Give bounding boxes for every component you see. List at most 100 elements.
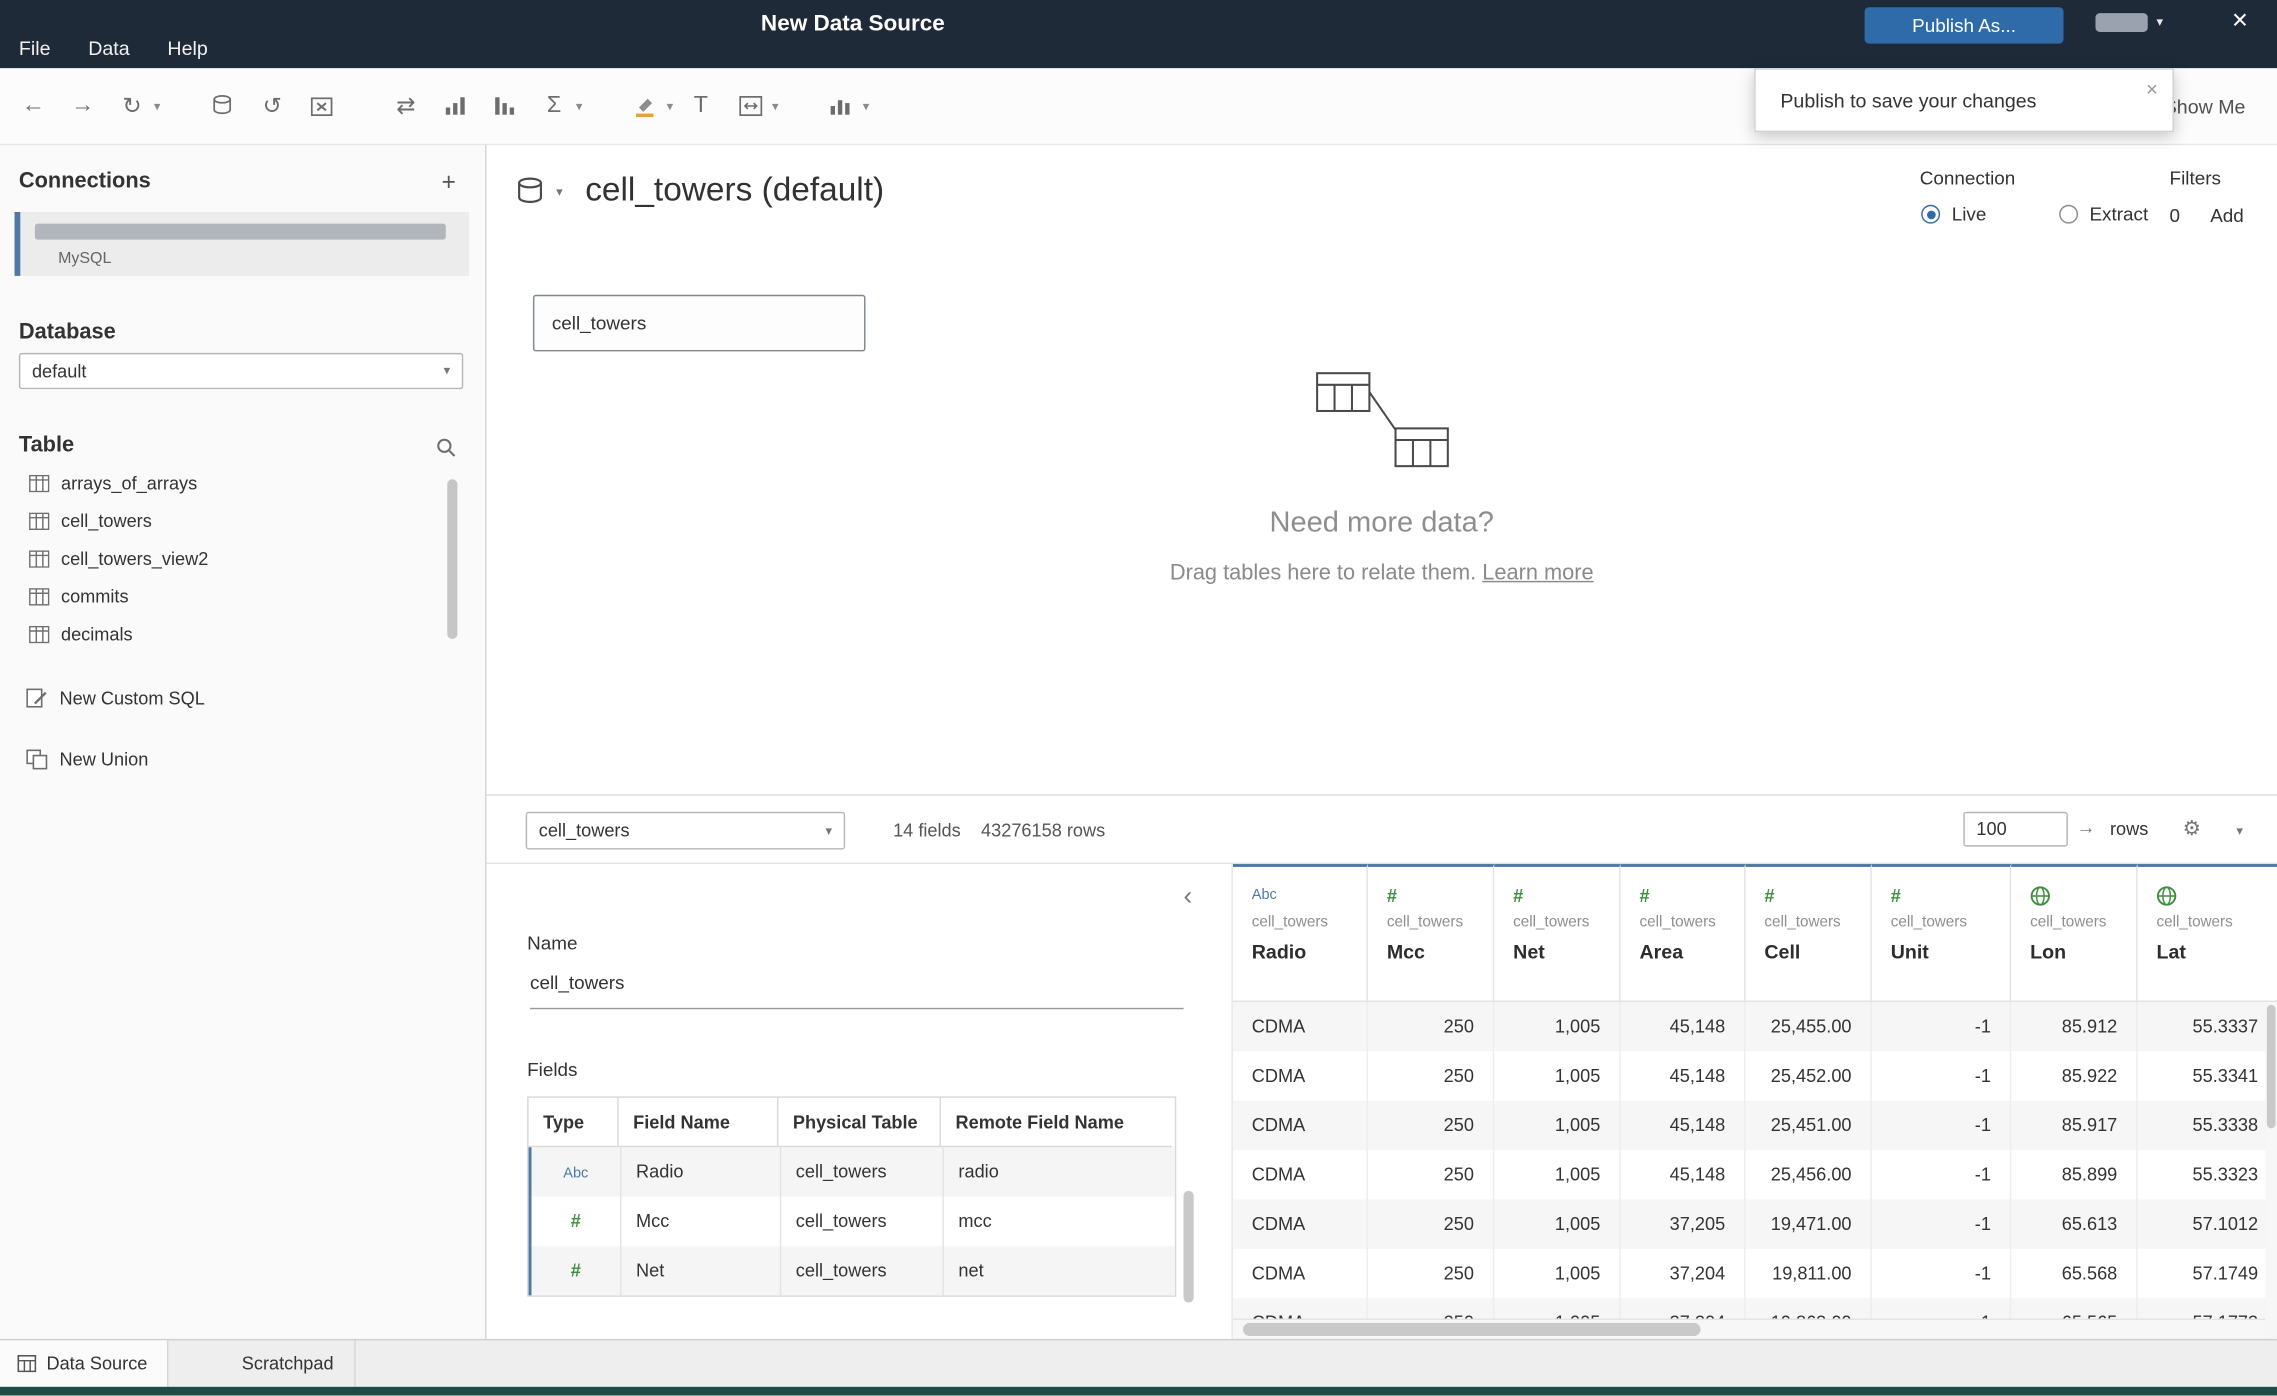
gear-icon[interactable]: ⚙	[2183, 816, 2201, 841]
grid-cell[interactable]: 250	[1368, 1100, 1495, 1151]
chevron-down-icon[interactable]: ▾	[667, 98, 674, 114]
table-list-item[interactable]: cell_towers	[0, 502, 459, 540]
grid-cell[interactable]: 55.3338	[2138, 1101, 2277, 1150]
grid-vertical-scrollbar[interactable]	[2265, 1001, 2277, 1321]
grid-cell[interactable]: -1	[1872, 1051, 2012, 1101]
filters-add-button[interactable]: Add	[2210, 205, 2244, 227]
database-select[interactable]: default ▾	[18, 352, 464, 390]
grid-cell[interactable]: 45,148	[1621, 1001, 1746, 1052]
grid-cell[interactable]: 19,471.00	[1746, 1199, 1872, 1249]
table-list-item[interactable]: cell_towers_view2	[0, 540, 459, 578]
grid-horizontal-scrollbar[interactable]	[1232, 1318, 2266, 1339]
grid-cell[interactable]: 45,148	[1621, 1100, 1746, 1151]
new-custom-sql[interactable]: New Custom SQL	[0, 680, 205, 718]
grid-cell[interactable]: CDMA	[1233, 1001, 1368, 1052]
field-row[interactable]: Abc Radio cell_towers radio	[528, 1147, 1175, 1197]
close-icon[interactable]: ×	[2232, 7, 2248, 35]
grid-cell[interactable]: 1,005	[1494, 1248, 1621, 1299]
grid-cell[interactable]: CDMA	[1233, 1248, 1368, 1299]
grid-cell[interactable]: 250	[1368, 1199, 1495, 1249]
grid-cell[interactable]: 57.1012	[2138, 1199, 2277, 1248]
sort-descending-icon[interactable]	[483, 84, 527, 128]
grid-cell[interactable]: 65.568	[2011, 1248, 2138, 1299]
undo-icon[interactable]: ←	[12, 84, 56, 128]
chevron-down-icon[interactable]: ▾	[863, 98, 870, 114]
grid-cell[interactable]: CDMA	[1233, 1199, 1368, 1249]
menu-file[interactable]: File	[19, 38, 51, 60]
grid-cell[interactable]: 65.613	[2011, 1199, 2138, 1249]
grid-cell[interactable]: -1	[1872, 1248, 2012, 1299]
grid-cell[interactable]: 1,005	[1494, 1051, 1621, 1101]
search-icon[interactable]	[436, 437, 456, 465]
extract-radio[interactable]	[2058, 204, 2078, 224]
tab-scratchpad[interactable]: Scratchpad	[221, 1340, 356, 1387]
field-row[interactable]: # Net cell_towers net	[528, 1245, 1175, 1296]
totals-icon[interactable]: Σ	[532, 84, 576, 128]
grid-cell[interactable]: 250	[1368, 1248, 1495, 1299]
grid-cell[interactable]: 1,005	[1494, 1150, 1621, 1200]
table-list-item[interactable]: commits	[0, 578, 459, 616]
grid-column-header[interactable]: # cell_towers Area	[1620, 864, 1746, 1002]
canvas-table-node[interactable]: cell_towers	[532, 294, 866, 352]
grid-cell[interactable]: -1	[1872, 1100, 2012, 1151]
grid-cell[interactable]: 1,005	[1494, 1199, 1621, 1249]
menu-data[interactable]: Data	[88, 38, 129, 60]
swap-rows-columns-icon[interactable]: ⇄	[384, 84, 428, 128]
grid-cell[interactable]: 85.912	[2011, 1001, 2138, 1052]
grid-cell[interactable]: 25,455.00	[1746, 1001, 1872, 1052]
user-menu[interactable]: ▾	[2095, 13, 2163, 32]
connection-item[interactable]: MySQL	[14, 212, 470, 276]
close-icon[interactable]: ×	[2146, 77, 2158, 100]
fit-icon[interactable]	[728, 84, 772, 128]
menu-help[interactable]: Help	[167, 38, 207, 60]
cancel-update-icon[interactable]	[300, 84, 344, 128]
publish-as-button[interactable]: Publish As...	[1864, 7, 2064, 44]
grid-column-header[interactable]: cell_towers Lon	[2011, 864, 2138, 1002]
tab-data-source[interactable]: Data Source	[0, 1340, 170, 1387]
table-list-item[interactable]: arrays_of_arrays	[0, 465, 459, 503]
show-me-button[interactable]: Show Me	[2164, 68, 2246, 145]
grid-cell[interactable]: 25,452.00	[1746, 1051, 1872, 1101]
grid-cell[interactable]: 250	[1368, 1051, 1495, 1101]
row-limit-input[interactable]	[1963, 811, 2068, 847]
grid-cell[interactable]: 55.3341	[2138, 1051, 2277, 1100]
grid-column-header[interactable]: # cell_towers Net	[1494, 864, 1621, 1002]
grid-cell[interactable]: 57.1749	[2138, 1249, 2277, 1298]
grid-cell[interactable]: 1,005	[1494, 1100, 1621, 1151]
grid-cell[interactable]: 19,811.00	[1746, 1248, 1872, 1299]
grid-cell[interactable]: 85.917	[2011, 1100, 2138, 1151]
grid-cell[interactable]: 37,204	[1621, 1248, 1746, 1299]
new-data-source-icon[interactable]	[201, 84, 245, 128]
sort-ascending-icon[interactable]	[434, 84, 478, 128]
grid-cell[interactable]: 45,148	[1621, 1051, 1746, 1101]
chevron-down-icon[interactable]: ▾	[154, 98, 161, 114]
grid-cell[interactable]: -1	[1872, 1001, 2012, 1052]
grid-cell[interactable]: -1	[1872, 1150, 2012, 1200]
refresh-icon[interactable]: ↺	[251, 84, 295, 128]
grid-cell[interactable]: 250	[1368, 1150, 1495, 1200]
grid-cell[interactable]: 1,005	[1494, 1001, 1621, 1052]
table-select[interactable]: cell_towers ▾	[525, 811, 846, 850]
replay-icon[interactable]: ↻	[110, 84, 154, 128]
grid-cell[interactable]: CDMA	[1233, 1150, 1368, 1200]
grid-cell[interactable]: 25,456.00	[1746, 1150, 1872, 1200]
table-list-item[interactable]: decimals	[0, 616, 459, 654]
chevron-down-icon[interactable]: ▾	[2236, 823, 2243, 839]
field-row[interactable]: # Mcc cell_towers mcc	[528, 1196, 1175, 1246]
chevron-down-icon[interactable]: ▾	[772, 98, 779, 114]
grid-cell[interactable]: 250	[1368, 1001, 1495, 1052]
chart-icon[interactable]	[819, 84, 863, 128]
grid-cell[interactable]: 55.3323	[2138, 1150, 2277, 1199]
grid-cell[interactable]: 45,148	[1621, 1150, 1746, 1200]
datasource-menu[interactable]: ▾	[516, 177, 563, 206]
collapse-panel-icon[interactable]: ‹	[1184, 881, 1193, 911]
new-union[interactable]: New Union	[0, 741, 148, 779]
grid-cell[interactable]: 37,205	[1621, 1199, 1746, 1249]
grid-column-header[interactable]: Abc cell_towers Radio	[1232, 864, 1368, 1002]
learn-more-link[interactable]: Learn more	[1482, 561, 1593, 586]
chevron-down-icon[interactable]: ▾	[576, 98, 583, 114]
grid-cell[interactable]: CDMA	[1233, 1051, 1368, 1101]
highlight-icon[interactable]	[623, 84, 667, 128]
name-value[interactable]: cell_towers	[530, 972, 624, 994]
grid-cell[interactable]: 85.899	[2011, 1150, 2138, 1200]
